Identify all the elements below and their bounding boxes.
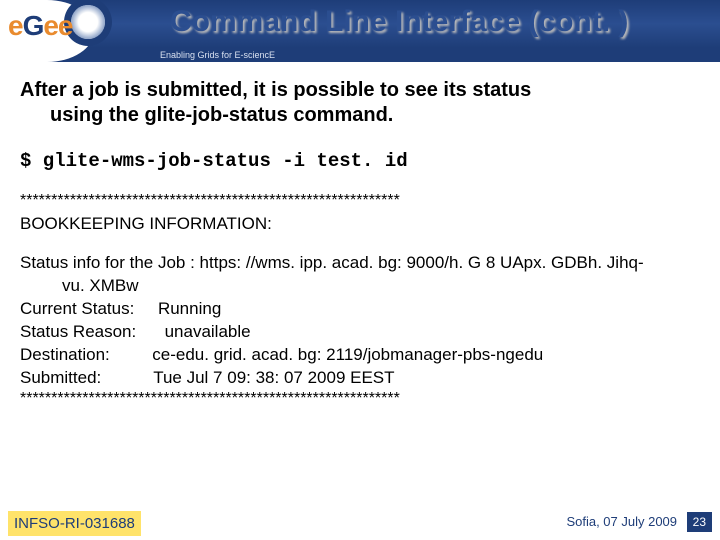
logo-g: G [23,10,44,41]
page-number: 23 [687,512,712,532]
tagline: Enabling Grids for E-sciencE [160,48,275,62]
submitted: Submitted: Tue Jul 7 09: 38: 07 2009 EES… [20,367,700,390]
logo-e1: e [8,10,23,41]
logo-e2: ee [43,10,72,41]
command-line: $ glite-wms-job-status -i test. id [20,150,700,172]
content: After a job is submitted, it is possible… [20,78,700,502]
footer: INFSO-RI-031688 Sofia, 07 July 2009 23 [0,512,720,540]
footer-left: INFSO-RI-031688 [8,511,141,536]
status-info-cont: vu. XMBw [20,275,700,298]
separator-bottom: ****************************************… [20,390,700,408]
logo-sphere-icon [71,5,105,39]
egee-logo: eGee [8,2,148,54]
slide: eGee Command Line Interface (cont. ) Ena… [0,0,720,540]
footer-right: Sofia, 07 July 2009 23 [566,512,712,532]
destination: Destination: ce-edu. grid. acad. bg: 211… [20,344,700,367]
slide-title: Command Line Interface (cont. ) [170,5,710,39]
logo-text: eGee [8,10,73,42]
current-status: Current Status: Running [20,298,700,321]
job-info: Status info for the Job : https: //wms. … [20,252,700,390]
header: eGee Command Line Interface (cont. ) Ena… [0,0,720,62]
intro-line2: using the glite-job-status command. [20,103,700,128]
intro-line1: After a job is submitted, it is possible… [20,79,531,101]
section-heading: BOOKKEEPING INFORMATION: [20,214,700,234]
intro-text: After a job is submitted, it is possible… [20,78,700,128]
status-reason: Status Reason: unavailable [20,321,700,344]
status-info-line: Status info for the Job : https: //wms. … [20,252,700,275]
footer-date: Sofia, 07 July 2009 [566,514,677,529]
separator-top: ****************************************… [20,192,700,210]
